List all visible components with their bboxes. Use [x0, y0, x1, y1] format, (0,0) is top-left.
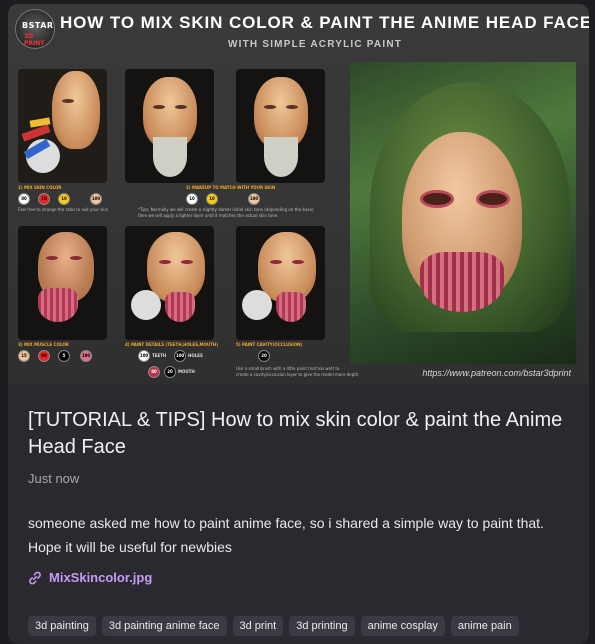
tag-3d-printing[interactable]: 3d printing [289, 616, 355, 636]
mix5-dot: 20 [258, 350, 270, 362]
tag-3d-painting-anime-face[interactable]: 3d painting anime face [101, 616, 227, 636]
post-card: BSTAR 3D PRINT HOW TO MIX SKIN COLOR & P… [8, 4, 589, 644]
post-image[interactable]: BSTAR 3D PRINT HOW TO MIX SKIN COLOR & P… [8, 4, 589, 384]
step5-photo [236, 226, 325, 340]
post-description: someone asked me how to paint anime face… [28, 515, 544, 555]
image-subtitle: WITH SIMPLE ACRYLIC PAINT [228, 39, 403, 50]
bstar-logo: BSTAR 3D PRINT [15, 9, 55, 49]
attachment-filename: MixSkincolor.jpg [49, 570, 153, 585]
step1-photo [18, 69, 107, 183]
patreon-url: https://www.patreon.com/bstar3dprint [422, 368, 571, 378]
step2-photo-a [125, 69, 214, 183]
tag-3d-painting[interactable]: 3d painting [28, 616, 96, 636]
step3-photo [18, 226, 107, 340]
tag-anime-pain[interactable]: anime pain [450, 616, 519, 636]
tag-anime-cosplay[interactable]: anime cosplay [360, 616, 445, 636]
attachment-link[interactable]: MixSkincolor.jpg [28, 570, 152, 585]
tag-3d-print[interactable]: 3d print [232, 616, 284, 636]
tag-list: 3d painting 3d painting anime face 3d pr… [28, 616, 519, 636]
post-timestamp: Just now [28, 471, 80, 486]
image-title: HOW TO MIX SKIN COLOR & PAINT THE ANIME … [60, 13, 589, 32]
step4-photo [125, 226, 214, 340]
post-title: [TUTORIAL & TIPS] How to mix skin color … [28, 409, 563, 458]
link-icon [28, 571, 42, 585]
final-result-photo [350, 62, 576, 364]
step2-photo-b [236, 69, 325, 183]
